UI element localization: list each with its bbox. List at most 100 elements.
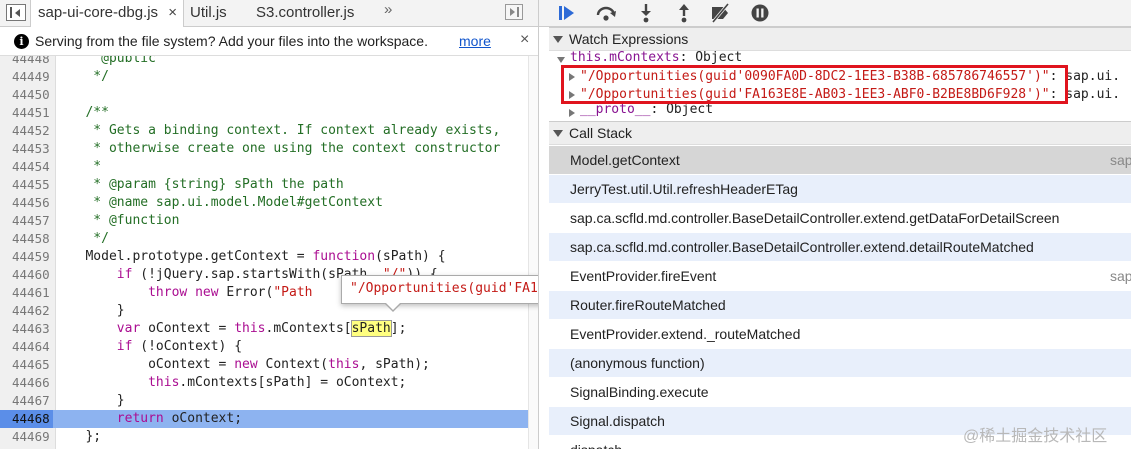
code-line[interactable]: 44467 } [0, 392, 528, 410]
code-line[interactable]: 44449 */ [0, 68, 528, 86]
editor-scrollbar[interactable] [528, 56, 538, 449]
line-number[interactable]: 44453 [0, 140, 53, 158]
line-number[interactable]: 44452 [0, 122, 53, 140]
property-value: Object [666, 102, 714, 117]
code-line[interactable]: 44453 * otherwise create one using the c… [0, 140, 528, 158]
watch-proto-row[interactable]: __proto__: Object [549, 102, 1131, 121]
popover-value: "/Opportunities(guid'FA163E8E-AB03-1EE3-… [350, 281, 538, 296]
section-title: Watch Expressions [569, 31, 689, 47]
source-text: oContext = new Context(this, sPath); [62, 357, 430, 372]
source-text: } [62, 303, 125, 318]
tab-sap-ui-core-dbg[interactable]: sap-ui-core-dbg.js × [30, 0, 184, 28]
call-frame[interactable]: (anonymous function) [549, 349, 1131, 378]
code-line[interactable]: 44450 [0, 86, 528, 104]
source-text: * @name sap.ui.model.Model#getContext [62, 195, 383, 210]
step-over-icon[interactable] [595, 3, 617, 23]
code-line[interactable]: 44464 if (!oContext) { [0, 338, 528, 356]
call-frame[interactable]: EventProvider.extend._routeMatched [549, 320, 1131, 349]
code-line[interactable]: 44455 * @param {string} sPath the path [0, 176, 528, 194]
watermark: @稀土掘金技术社区 [963, 428, 1108, 445]
more-tabs-icon[interactable]: » [384, 1, 392, 18]
infobar-more-link[interactable]: more [459, 33, 491, 49]
show-navigator-icon[interactable] [6, 4, 26, 21]
source-text: if (!oContext) { [116, 339, 243, 354]
code-line[interactable]: 44458 */ [0, 230, 528, 248]
resume-icon[interactable] [557, 3, 579, 23]
call-frame[interactable]: Model.getContext sap [549, 146, 1131, 175]
call-frame[interactable]: SignalBinding.execute [549, 378, 1131, 407]
line-number[interactable]: 44464 [0, 338, 53, 356]
source-text: * otherwise create one using the context… [62, 141, 501, 156]
line-number[interactable]: 44468 [0, 410, 53, 428]
info-icon: i [14, 34, 29, 49]
collapse-triangle-icon [553, 130, 563, 137]
line-number[interactable]: 44449 [0, 68, 53, 86]
source-text: */ [62, 231, 109, 246]
step-out-icon[interactable] [673, 3, 695, 23]
code-line[interactable]: 44463 var oContext = this.mContexts[sPat… [0, 320, 528, 338]
watch-expression: this.mContexts [570, 51, 680, 65]
pause-on-exceptions-icon[interactable] [749, 3, 771, 23]
call-frame-name: Router.fireRouteMatched [570, 297, 726, 313]
code-line[interactable]: 44468 return oContext; [0, 410, 528, 428]
line-number[interactable]: 44451 [0, 104, 53, 122]
line-number[interactable]: 44461 [0, 284, 53, 302]
watch-value: Object [695, 51, 743, 65]
step-into-icon[interactable] [635, 3, 657, 23]
code-line[interactable]: 44448 @public [0, 56, 528, 68]
toggle-debugger-sidebar-icon[interactable] [505, 4, 523, 20]
source-text: return oContext; [116, 411, 243, 426]
editor-tab-bar: sap-ui-core-dbg.js × Util.js S3.controll… [0, 0, 538, 28]
debugger-sidebar: Watch Expressions this.mContexts: Object… [538, 0, 1131, 449]
code-line[interactable]: 44469 }; [0, 428, 528, 446]
call-frame-location: sap [1110, 152, 1131, 168]
call-frame[interactable]: Router.fireRouteMatched [549, 291, 1131, 320]
code-line[interactable]: 44466 this.mContexts[sPath] = oContext; [0, 374, 528, 392]
deactivate-breakpoints-icon[interactable] [709, 3, 731, 23]
source-text: } [62, 393, 125, 408]
call-frame[interactable]: sap.ca.scfld.md.controller.BaseDetailCon… [549, 204, 1131, 233]
code-line[interactable]: 44459 Model.prototype.getContext = funct… [0, 248, 528, 266]
expand-triangle-icon[interactable] [569, 109, 575, 117]
line-number[interactable]: 44458 [0, 230, 53, 248]
call-frame-name: JerryTest.util.Util.refreshHeaderETag [570, 181, 798, 197]
line-number[interactable]: 44465 [0, 356, 53, 374]
code-line[interactable]: 44462 } [0, 302, 528, 320]
line-number[interactable]: 44448 [0, 56, 53, 68]
line-number[interactable]: 44463 [0, 320, 53, 338]
call-frame[interactable]: sap.ca.scfld.md.controller.BaseDetailCon… [549, 233, 1131, 262]
close-tab-icon[interactable]: × [168, 0, 177, 26]
line-number[interactable]: 44466 [0, 374, 53, 392]
code-line[interactable]: 44451 /** [0, 104, 528, 122]
line-number[interactable]: 44467 [0, 392, 53, 410]
call-frame-name: SignalBinding.execute [570, 384, 709, 400]
expand-triangle-icon[interactable] [557, 57, 565, 63]
code-line[interactable]: 44457 * @function [0, 212, 528, 230]
collapse-triangle-icon [553, 36, 563, 43]
tab-s3-controller[interactable]: S3.controller.js [256, 0, 354, 27]
line-number[interactable]: 44450 [0, 86, 53, 104]
code-line[interactable]: 44452 * Gets a binding context. If conte… [0, 122, 528, 140]
line-number[interactable]: 44456 [0, 194, 53, 212]
call-frame[interactable]: EventProvider.fireEvent sap [549, 262, 1131, 291]
line-number[interactable]: 44469 [0, 428, 53, 446]
line-number[interactable]: 44455 [0, 176, 53, 194]
close-infobar-icon[interactable]: × [520, 31, 529, 49]
line-number[interactable]: 44462 [0, 302, 53, 320]
line-number[interactable]: 44459 [0, 248, 53, 266]
line-number[interactable]: 44454 [0, 158, 53, 176]
line-number[interactable]: 44457 [0, 212, 53, 230]
watch-expressions-header[interactable]: Watch Expressions [549, 27, 1131, 51]
code-line[interactable]: 44465 oContext = new Context(this, sPath… [0, 356, 528, 374]
code-editor[interactable]: 44448 @public 44449 */44450 44451 /** 44452… [0, 56, 528, 449]
call-frame[interactable]: JerryTest.util.Util.refreshHeaderETag [549, 175, 1131, 204]
sidebar-scrollbar[interactable] [539, 27, 549, 449]
code-line[interactable]: 44454 * [0, 158, 528, 176]
code-line[interactable]: 44456 * @name sap.ui.model.Model#getCont… [0, 194, 528, 212]
line-number[interactable]: 44460 [0, 266, 53, 284]
tab-util[interactable]: Util.js [190, 0, 227, 27]
source-panel: sap-ui-core-dbg.js × Util.js S3.controll… [0, 0, 538, 449]
source-text: * [62, 159, 102, 174]
highlight-annotation-box [561, 65, 1068, 104]
call-stack-header[interactable]: Call Stack [549, 121, 1131, 145]
